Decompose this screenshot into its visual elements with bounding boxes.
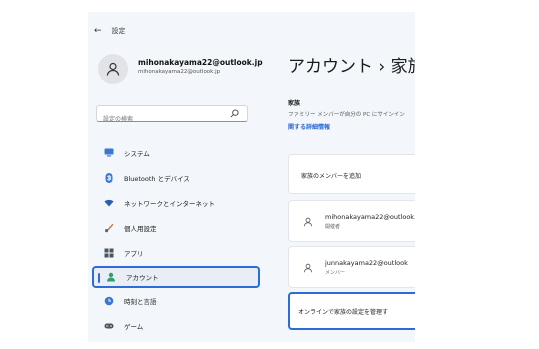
settings-window: ← 設定 mihonakayama22@outlook.jp mihonakay… <box>88 12 415 342</box>
member-role: メンバー <box>325 270 346 276</box>
sidebar-item-label: システム <box>124 149 150 158</box>
sidebar-item-label: アプリ <box>124 249 144 258</box>
sidebar-item-network[interactable]: ネットワークとインターネット <box>92 190 260 215</box>
sidebar-item-label: 個人用設定 <box>124 224 157 233</box>
sidebar-nav: システム Bluetooth とデバイス ネットワークとインターネット 個人用設… <box>92 140 260 338</box>
person-icon <box>303 263 313 273</box>
sidebar-item-bluetooth[interactable]: Bluetooth とデバイス <box>92 165 260 190</box>
manage-family-online-card[interactable]: オンラインで家族の設定を管理す <box>288 292 415 330</box>
learn-more-link[interactable]: 関する詳細情報 <box>288 122 330 131</box>
member-role: 開催者 <box>325 224 341 230</box>
person-icon <box>303 217 313 227</box>
window-title: 設定 <box>111 27 126 35</box>
section-title: 家族 <box>288 100 301 107</box>
wifi-icon <box>104 198 114 208</box>
page-title: アカウント › 家族 <box>288 57 415 77</box>
sidebar-item-personalization[interactable]: 個人用設定 <box>92 215 260 240</box>
sidebar-item-label: Bluetooth とデバイス <box>124 174 190 183</box>
person-icon <box>106 62 120 76</box>
member-email: junnakayama22@outlook <box>325 259 408 267</box>
section-description: ファミリー メンバーが自分の PC にサインイン <box>288 112 405 118</box>
title-bar: ← 設定 <box>94 26 126 36</box>
search-icon[interactable] <box>230 109 239 118</box>
profile-subtitle: mihonakayama22@outlook.jp <box>138 69 221 75</box>
apps-icon <box>104 248 114 258</box>
profile-email: mihonakayama22@outlook.jp <box>138 58 263 67</box>
globe-clock-icon <box>104 296 114 306</box>
manage-family-online-label: オンラインで家族の設定を管理す <box>298 309 389 316</box>
add-family-member-label: 家族のメンバーを追加 <box>301 173 362 180</box>
member-email: mihonakayama22@outlook. <box>325 213 415 221</box>
search-box[interactable] <box>96 105 248 127</box>
sidebar-item-apps[interactable]: アプリ <box>92 240 260 265</box>
sidebar-item-label: ネットワークとインターネット <box>124 199 215 208</box>
sidebar-item-gaming[interactable]: ゲーム <box>92 313 260 338</box>
person-icon <box>106 272 116 282</box>
sidebar-item-accounts[interactable]: アカウント <box>92 266 260 288</box>
gamepad-icon <box>104 321 114 331</box>
search-input[interactable] <box>97 112 223 127</box>
monitor-icon <box>104 148 114 158</box>
family-member-card[interactable]: mihonakayama22@outlook. 開催者 <box>288 200 415 242</box>
add-family-member-card[interactable]: 家族のメンバーを追加 <box>288 154 415 194</box>
bluetooth-icon <box>104 172 114 183</box>
avatar <box>98 54 128 84</box>
sidebar-item-system[interactable]: システム <box>92 140 260 165</box>
back-arrow-icon[interactable]: ← <box>94 26 102 36</box>
sidebar-item-label: ゲーム <box>124 322 144 331</box>
sidebar-item-label: 時刻と言語 <box>124 297 157 306</box>
sidebar-item-label: アカウント <box>126 274 159 282</box>
selection-indicator <box>98 273 100 283</box>
brush-icon <box>104 223 114 233</box>
sidebar-item-time-language[interactable]: 時刻と言語 <box>92 288 260 313</box>
family-member-card[interactable]: junnakayama22@outlook メンバー <box>288 246 415 288</box>
